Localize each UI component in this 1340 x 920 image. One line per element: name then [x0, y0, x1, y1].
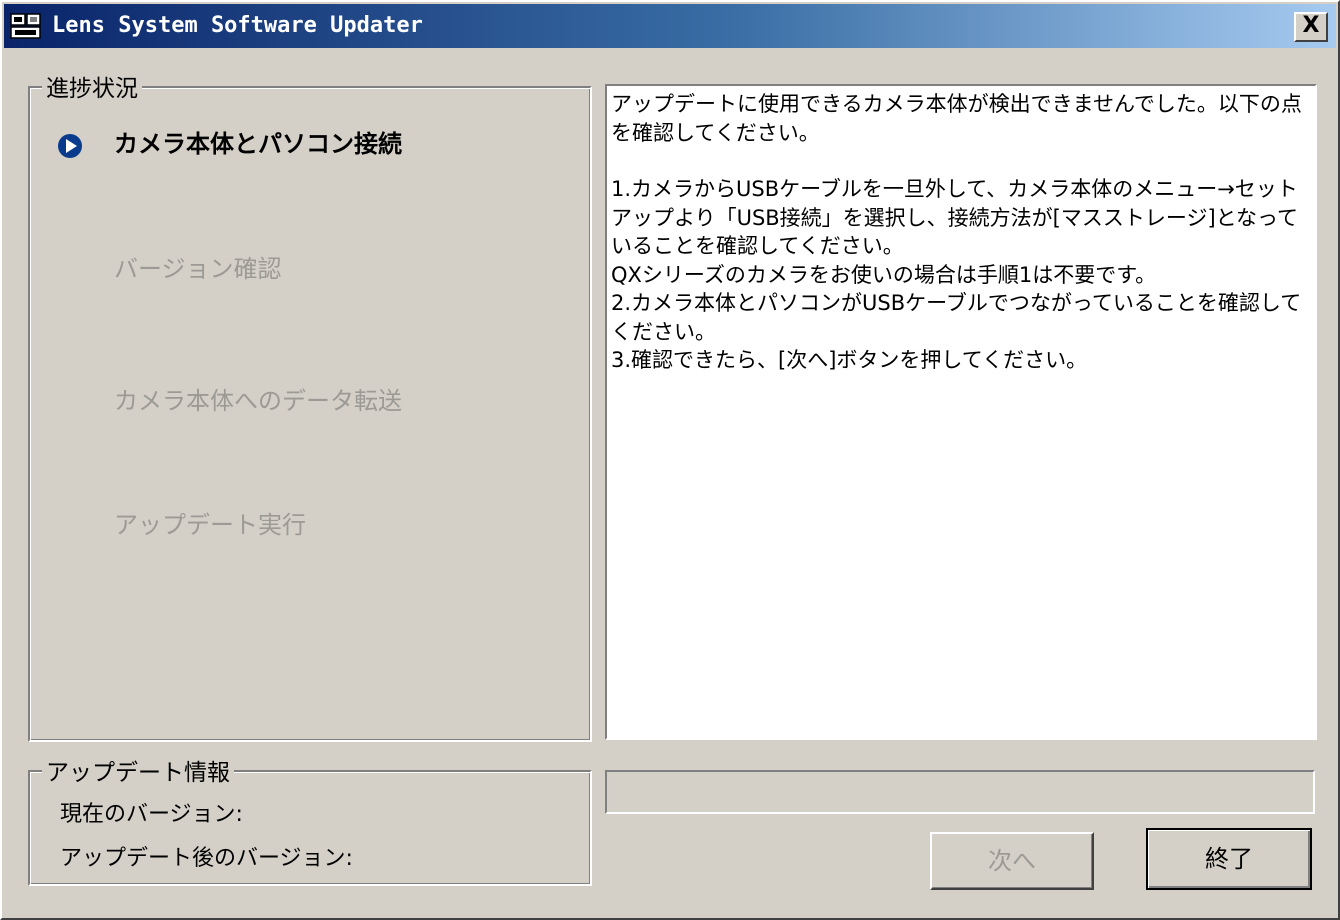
updater-window: Lens System Software Updater X 進捗状況 カメラ本…: [0, 0, 1340, 920]
close-button[interactable]: X: [1294, 12, 1328, 42]
message-step-1: 1.カメラからUSBケーブルを一旦外して、カメラ本体のメニュー→セットアップより…: [611, 177, 1298, 258]
message-step-2: 2.カメラ本体とパソコンがUSBケーブルでつながっていることを確認してください。: [611, 291, 1302, 344]
updated-version-label: アップデート後のバージョン:: [60, 846, 353, 871]
close-icon: X: [1302, 13, 1320, 38]
next-button[interactable]: 次へ: [930, 832, 1094, 890]
update-info-legend: アップデート情報: [42, 758, 234, 788]
exit-button[interactable]: 終了: [1146, 828, 1312, 890]
current-version-label: 現在のバージョン:: [60, 802, 243, 827]
message-step-1-note: QXシリーズのカメラをお使いの場合は手順1は不要です。: [611, 262, 1157, 287]
update-progress-bar: [605, 770, 1315, 814]
message-step-3: 3.確認できたら、[次へ]ボタンを押してください。: [611, 348, 1088, 372]
window-title: Lens System Software Updater: [52, 13, 423, 38]
step-camera-connection: カメラ本体とパソコン接続: [114, 130, 402, 158]
message-intro: アップデートに使用できるカメラ本体が検出できませんでした。以下の点を確認してくだ…: [611, 92, 1302, 145]
step-version-check: バージョン確認: [114, 255, 282, 283]
step-data-transfer: カメラ本体へのデータ転送: [114, 387, 402, 415]
step-update-execution: アップデート実行: [114, 511, 306, 539]
title-bar[interactable]: Lens System Software Updater X: [4, 4, 1336, 48]
progress-status-legend: 進捗状況: [42, 74, 142, 104]
app-icon: [10, 13, 41, 39]
current-step-arrow-icon: [58, 134, 82, 158]
message-textbox[interactable]: アップデートに使用できるカメラ本体が検出できませんでした。以下の点を確認してくだ…: [605, 84, 1317, 740]
